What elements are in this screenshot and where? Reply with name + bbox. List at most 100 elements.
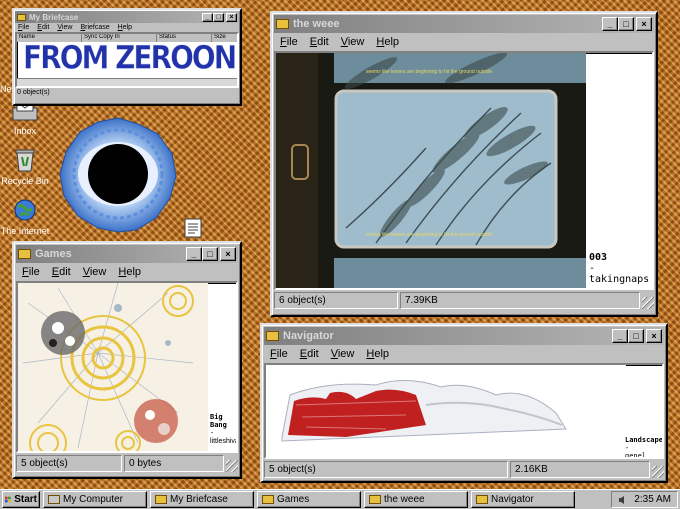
taskbar-button-my-computer[interactable]: My Computer: [43, 491, 147, 508]
menu-file[interactable]: File: [18, 24, 29, 31]
minimize-button[interactable]: _: [612, 329, 628, 343]
window-title: My Briefcase: [29, 12, 79, 22]
window-my-briefcase[interactable]: My Briefcase _ □ × File Edit View Briefc…: [12, 8, 242, 106]
menu-edit[interactable]: Edit: [300, 348, 319, 360]
folder-icon: [18, 249, 31, 259]
titlebar[interactable]: the weee _ □ ×: [274, 15, 654, 33]
art-artist: genel: [625, 452, 647, 459]
taskbar-button-label: Navigator: [491, 494, 534, 505]
horizontal-scrollbar[interactable]: [17, 78, 237, 86]
menubar: File Edit View Help: [16, 263, 238, 281]
minimize-button[interactable]: _: [186, 247, 202, 261]
resize-grip[interactable]: [642, 297, 654, 309]
titlebar[interactable]: Games _ □ ×: [16, 245, 238, 263]
menu-file[interactable]: File: [270, 348, 288, 360]
menu-edit[interactable]: Edit: [310, 36, 329, 48]
titlebar[interactable]: My Briefcase _ □ ×: [15, 11, 239, 23]
menu-file[interactable]: File: [22, 266, 40, 278]
document-icon[interactable]: [184, 218, 202, 238]
navigator-content: Landscape - genel: [264, 363, 664, 459]
art-title-line1: Big: [210, 413, 223, 421]
close-button[interactable]: ×: [636, 17, 652, 31]
status-objects: 5 object(s): [264, 461, 508, 478]
art-title-line2: Bang: [210, 421, 227, 429]
minimize-button[interactable]: _: [202, 12, 213, 22]
menu-view[interactable]: View: [331, 348, 355, 360]
art-dash: -: [589, 263, 596, 274]
clock[interactable]: 2:35 AM: [634, 494, 671, 505]
close-button[interactable]: ×: [646, 329, 662, 343]
start-button[interactable]: Start: [2, 491, 40, 508]
window-the-weee[interactable]: the weee _ □ × File Edit View Help seems…: [270, 11, 658, 317]
menu-help[interactable]: Help: [118, 24, 132, 31]
menu-file[interactable]: File: [280, 36, 298, 48]
desktop-icon-internet[interactable]: The Internet: [0, 198, 55, 236]
menubar: File Edit View Help: [264, 345, 664, 363]
weee-content: seems like leaves are beginning to hit t…: [274, 51, 654, 290]
start-label: Start: [14, 494, 37, 505]
status-bar: 5 object(s) 2.16KB: [264, 461, 664, 478]
close-button[interactable]: ×: [220, 247, 236, 261]
taskbar: Start My Computer My Briefcase Games the…: [0, 489, 680, 509]
computer-icon: [48, 495, 60, 504]
folder-icon: [369, 495, 381, 504]
titlebar[interactable]: Navigator _ □ ×: [264, 327, 664, 345]
desktop-icon-label: Inbox: [13, 126, 37, 136]
menubar: File Edit View Briefcase Help: [15, 23, 239, 32]
art-artist: takingnaps: [589, 274, 650, 285]
menu-view[interactable]: View: [83, 266, 107, 278]
desktop-icon-label: Recycle Bin: [1, 176, 49, 186]
window-title: Navigator: [283, 330, 334, 342]
menu-help[interactable]: Help: [366, 348, 389, 360]
art-title: Landscape: [625, 436, 663, 444]
maximize-button[interactable]: □: [213, 12, 224, 22]
taskbar-button-navigator[interactable]: Navigator: [471, 491, 575, 508]
resize-grip[interactable]: [652, 466, 664, 478]
resize-grip[interactable]: [226, 460, 238, 472]
close-button[interactable]: ×: [226, 12, 237, 22]
maximize-button[interactable]: □: [618, 17, 634, 31]
status-objects: 0 object(s): [17, 89, 50, 96]
film-strip-artwork: seems like leaves are beginning to hit t…: [276, 53, 586, 288]
games-content: Big Bang - littleshiva: [16, 281, 238, 453]
desktop-icon-label: The Internet: [0, 226, 50, 236]
eye-artwork: [59, 117, 177, 233]
desktop-icon-recycle-bin[interactable]: Recycle Bin: [0, 148, 55, 186]
system-tray: 2:35 AM: [611, 491, 678, 508]
window-navigator[interactable]: Navigator _ □ × File Edit View Help Land…: [260, 323, 668, 483]
menu-help[interactable]: Help: [118, 266, 141, 278]
taskbar-button-label: the weee: [384, 494, 425, 505]
folder-icon: [262, 495, 274, 504]
maximize-button[interactable]: □: [628, 329, 644, 343]
minimize-button[interactable]: _: [602, 17, 618, 31]
speaker-icon[interactable]: [618, 495, 628, 505]
status-objects: 5 object(s): [16, 455, 122, 472]
maximize-button[interactable]: □: [202, 247, 218, 261]
windows-logo-icon: [5, 496, 11, 503]
desktop-edge-label: Ne: [0, 84, 12, 94]
taskbar-button-my-briefcase[interactable]: My Briefcase: [150, 491, 254, 508]
taskbar-button-label: My Briefcase: [170, 494, 228, 505]
window-title: Games: [35, 248, 72, 260]
status-objects: 6 object(s): [274, 292, 398, 309]
status-size: 7.39KB: [400, 292, 640, 309]
briefcase-icon: [17, 13, 26, 21]
briefcase-content: Name Sync Copy In Status Size FROM ZEROO…: [15, 32, 239, 88]
menu-view[interactable]: View: [57, 24, 72, 31]
menu-help[interactable]: Help: [376, 36, 399, 48]
taskbar-button-the-weee[interactable]: the weee: [364, 491, 468, 508]
window-games[interactable]: Games _ □ × File Edit View Help Big Bang…: [12, 241, 242, 479]
film-caption-bottom: seems like leaves are beginning to hit t…: [366, 232, 492, 238]
art-dash: -: [625, 444, 630, 452]
banner-text: FROM ZEROONE: [23, 38, 239, 77]
folder-icon: [266, 331, 279, 341]
menu-briefcase[interactable]: Briefcase: [80, 24, 109, 31]
status-bar: 5 object(s) 0 bytes: [16, 455, 238, 472]
menu-edit[interactable]: Edit: [52, 266, 71, 278]
taskbar-button-games[interactable]: Games: [257, 491, 361, 508]
menu-edit[interactable]: Edit: [37, 24, 49, 31]
menubar: File Edit View Help: [274, 33, 654, 51]
menu-view[interactable]: View: [341, 36, 365, 48]
status-size: 2.16KB: [510, 461, 650, 478]
landscape-artwork: [266, 365, 626, 457]
